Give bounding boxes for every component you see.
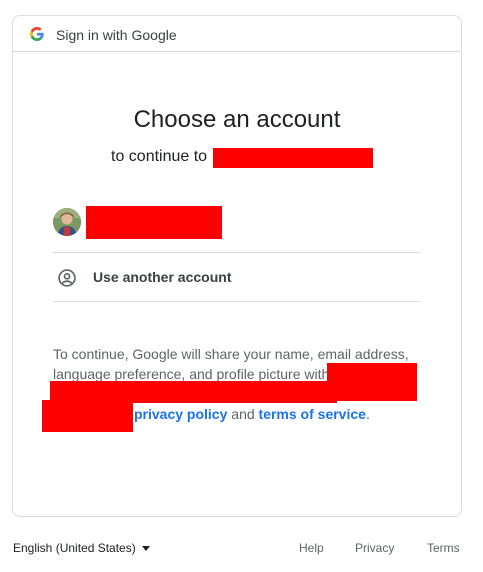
use-another-account-label: Use another account — [93, 269, 232, 285]
disclaimer-line-2: language preference, and profile picture… — [53, 366, 330, 382]
subtitle-prefix: to continue to — [111, 148, 208, 165]
use-another-account-button[interactable]: Use another account — [53, 253, 421, 301]
privacy-policy-link[interactable]: privacy policy — [134, 406, 227, 422]
redacted-account-name — [86, 206, 222, 239]
card-header: Sign in with Google — [13, 16, 461, 52]
disclaimer-line-1: To continue, Google will share your name… — [53, 346, 409, 362]
redacted-app-name — [213, 148, 373, 168]
help-link[interactable]: Help — [299, 542, 324, 554]
sign-in-card: Sign in with Google Choose an account to… — [12, 15, 462, 517]
terms-of-service-link[interactable]: terms of service — [259, 406, 366, 422]
redacted-app-name — [42, 400, 133, 432]
google-g-icon — [30, 27, 44, 41]
header-title: Sign in with Google — [56, 27, 177, 43]
privacy-link[interactable]: Privacy — [355, 542, 394, 554]
chevron-down-icon[interactable] — [142, 546, 150, 551]
user-avatar — [53, 208, 81, 236]
footer: English (United States) Help Privacy Ter… — [0, 535, 483, 561]
language-selector[interactable]: English (United States) — [13, 542, 136, 554]
page-title: Choose an account — [133, 106, 341, 133]
divider — [53, 301, 421, 302]
disclaimer-period: . — [365, 406, 370, 422]
disclaimer-and: and — [231, 406, 255, 422]
disclaimer-line-3: privacy policy and terms of service. — [134, 407, 370, 421]
account-circle-icon — [58, 269, 76, 287]
redacted-app-name — [327, 363, 417, 401]
subtitle-row: to continue to — [13, 148, 461, 168]
account-item[interactable] — [53, 202, 421, 252]
terms-link[interactable]: Terms — [427, 542, 460, 554]
